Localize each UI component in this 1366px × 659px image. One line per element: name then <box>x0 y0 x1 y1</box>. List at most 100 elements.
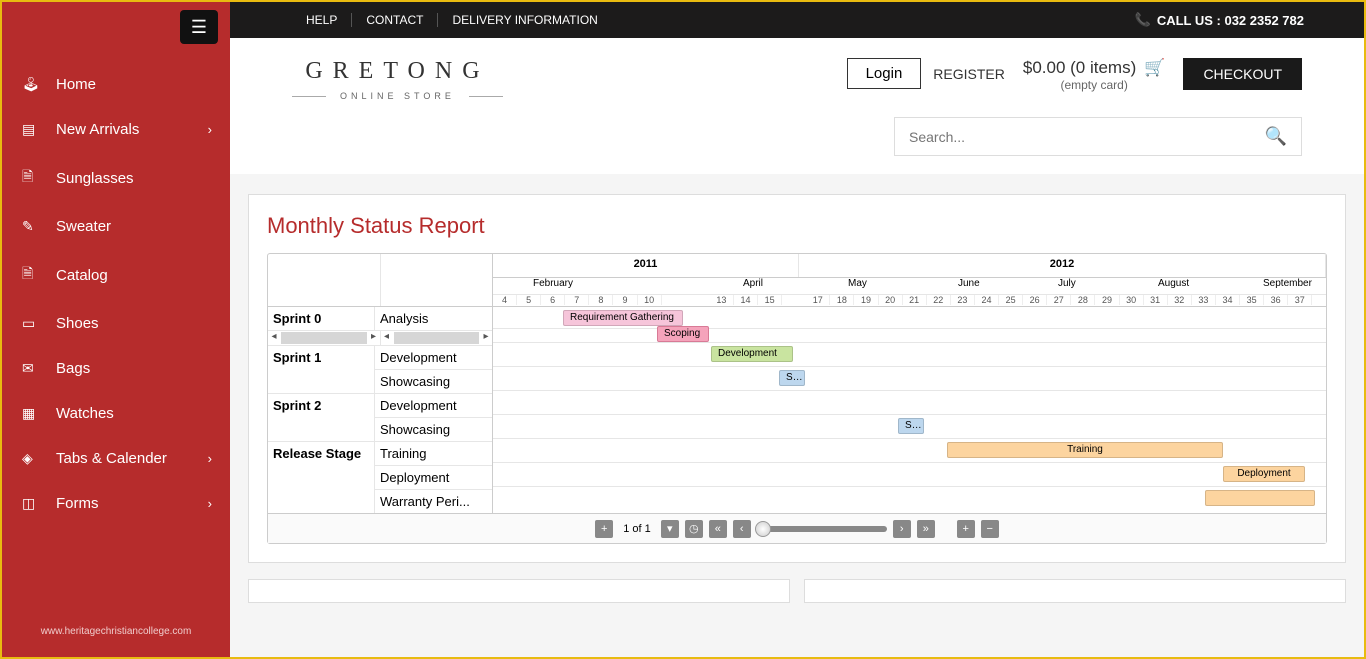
sidebar: ☰ 🕹Home ▤New Arrivals› 🗎 Sunglasses ✎ Swea… <box>2 2 230 657</box>
sidebar-item-bags[interactable]: ✉Bags <box>2 346 230 391</box>
bar-scoping[interactable]: Scoping <box>657 326 709 342</box>
sidebar-item-tabs-calendar[interactable]: ◈Tabs & Calender› <box>2 436 230 481</box>
pencil-icon: ✎ <box>22 218 44 235</box>
month-label: August <box>1158 278 1189 289</box>
zoom-slider[interactable] <box>757 526 887 532</box>
week-label: 15 <box>758 295 782 305</box>
sidebar-item-shoes[interactable]: ▭Shoes <box>2 301 230 346</box>
month-label: July <box>1058 278 1076 289</box>
week-label: 22 <box>927 295 951 305</box>
gantt-row-sprint0[interactable]: Sprint 0 Analysis <box>268 307 492 331</box>
week-label: 18 <box>830 295 854 305</box>
gantt-bar-row: Training <box>493 439 1326 463</box>
register-link[interactable]: REGISTER <box>933 66 1005 82</box>
year-2011: 2011 <box>493 254 799 277</box>
gantt-row-release[interactable]: Release Stage TrainingDeploymentWarranty… <box>268 442 492 513</box>
week-label: 13 <box>710 295 734 305</box>
sidebar-item-forms[interactable]: ◫Forms› <box>2 481 230 526</box>
dashboard-icon: 🕹 <box>22 76 44 93</box>
scroll-right-icon[interactable]: ▸ <box>480 331 492 345</box>
week-label: 25 <box>999 295 1023 305</box>
week-label: 33 <box>1192 295 1216 305</box>
topbar: HELP CONTACT DELIVERY INFORMATION 📞CALL … <box>230 2 1364 38</box>
sidebar-nav: 🕹Home ▤New Arrivals› 🗎 Sunglasses ✎ Sweate… <box>2 52 230 526</box>
logo[interactable]: GRETONG ONLINE STORE <box>292 58 503 101</box>
login-button[interactable]: Login <box>847 58 922 89</box>
pager-first-button[interactable]: « <box>709 520 727 538</box>
sidebar-item-new-arrivals[interactable]: ▤New Arrivals› <box>2 107 230 152</box>
week-label: 14 <box>734 295 758 305</box>
week-label: 30 <box>1120 295 1144 305</box>
file-icon: 🗎 <box>22 263 44 287</box>
bar-deployment[interactable]: Deployment <box>1223 466 1305 482</box>
bar-warranty[interactable] <box>1205 490 1315 506</box>
sidebar-item-home[interactable]: 🕹Home <box>2 62 230 107</box>
pager-last-button[interactable]: » <box>917 520 935 538</box>
scroll-left-icon[interactable]: ◂ <box>381 331 393 345</box>
cart-summary[interactable]: $0.00 (0 items)🛒 (empty card) <box>1023 58 1166 92</box>
pager-prev-button[interactable]: ‹ <box>733 520 751 538</box>
sidebar-item-catalog[interactable]: 🗎Catalog <box>2 249 230 301</box>
sidebar-item-watches[interactable]: ▦Watches <box>2 391 230 436</box>
bar-showcasing2[interactable]: Sh... <box>898 418 924 434</box>
logo-subtitle: ONLINE STORE <box>292 91 503 101</box>
month-label: April <box>743 278 763 289</box>
year-2012: 2012 <box>799 254 1326 277</box>
week-label: 29 <box>1096 295 1120 305</box>
week-label: 7 <box>565 295 589 305</box>
sidebar-footer: www.heritagechristiancollege.com <box>2 606 230 657</box>
help-link[interactable]: HELP <box>292 13 352 27</box>
chevron-right-icon: › <box>208 122 212 137</box>
zoom-in-button[interactable]: + <box>957 520 975 538</box>
week-label: 20 <box>879 295 903 305</box>
gantt-bar-row: Development <box>493 343 1326 367</box>
gantt-bar-row: Sh... <box>493 367 1326 391</box>
week-label: 4 <box>493 295 517 305</box>
sidebar-item-label: Sweater <box>56 218 111 235</box>
pager-next-button[interactable]: › <box>893 520 911 538</box>
checkout-button[interactable]: CHECKOUT <box>1183 58 1302 90</box>
bar-development[interactable]: Development <box>711 346 793 362</box>
cart-amount: $0.00 (0 items) <box>1023 58 1136 78</box>
tablet-icon: ▭ <box>22 315 44 332</box>
bar-training[interactable]: Training <box>947 442 1223 458</box>
week-label: 27 <box>1047 295 1071 305</box>
bar-requirement[interactable]: Requirement Gathering <box>563 310 683 326</box>
tag-icon: ▤ <box>22 121 44 138</box>
scroll-right-icon[interactable]: ▸ <box>368 331 380 345</box>
gantt-row-sprint2[interactable]: Sprint 2 DevelopmentShowcasing <box>268 394 492 442</box>
bar-showcasing1[interactable]: Sh... <box>779 370 805 386</box>
gantt-left-scroll[interactable]: ◂▸ ◂▸ <box>268 331 492 346</box>
layers-icon: ◈ <box>22 450 44 467</box>
pager-label: 1 of 1 <box>619 523 655 535</box>
search-box[interactable]: 🔍 <box>894 117 1302 156</box>
grid-icon: ▦ <box>22 405 44 422</box>
sidebar-item-sunglasses[interactable]: 🗎 Sunglasses <box>2 152 230 204</box>
chevron-right-icon: › <box>208 451 212 466</box>
week-label: 6 <box>541 295 565 305</box>
contact-link[interactable]: CONTACT <box>352 13 438 27</box>
scroll-left-icon[interactable]: ◂ <box>268 331 280 345</box>
week-label: 35 <box>1240 295 1264 305</box>
file-icon: 🗎 <box>22 166 44 190</box>
gantt-bar-row: Sh... <box>493 415 1326 439</box>
pager-clock-button[interactable]: ◷ <box>685 520 703 538</box>
month-label: May <box>848 278 867 289</box>
search-icon[interactable]: 🔍 <box>1265 126 1287 147</box>
menu-toggle-wrap: ☰ <box>2 2 230 52</box>
week-label: 26 <box>1023 295 1047 305</box>
pager-plus-button[interactable]: + <box>595 520 613 538</box>
gantt-bar-row <box>493 487 1326 511</box>
delivery-link[interactable]: DELIVERY INFORMATION <box>438 13 611 27</box>
hamburger-button[interactable]: ☰ <box>180 10 218 44</box>
sidebar-item-sweater[interactable]: ✎ Sweater <box>2 204 230 249</box>
chevron-right-icon: › <box>208 496 212 511</box>
cart-icon: 🛒 <box>1144 58 1165 78</box>
call-us: 📞CALL US : 032 2352 782 <box>1135 12 1304 28</box>
gantt-right[interactable]: 2011 2012 February April May June July A <box>493 254 1326 513</box>
zoom-out-button[interactable]: − <box>981 520 999 538</box>
sidebar-item-label: Sunglasses <box>56 170 134 187</box>
search-input[interactable] <box>909 129 1265 145</box>
pager-down-button[interactable]: ▾ <box>661 520 679 538</box>
gantt-row-sprint1[interactable]: Sprint 1 DevelopmentShowcasing <box>268 346 492 394</box>
